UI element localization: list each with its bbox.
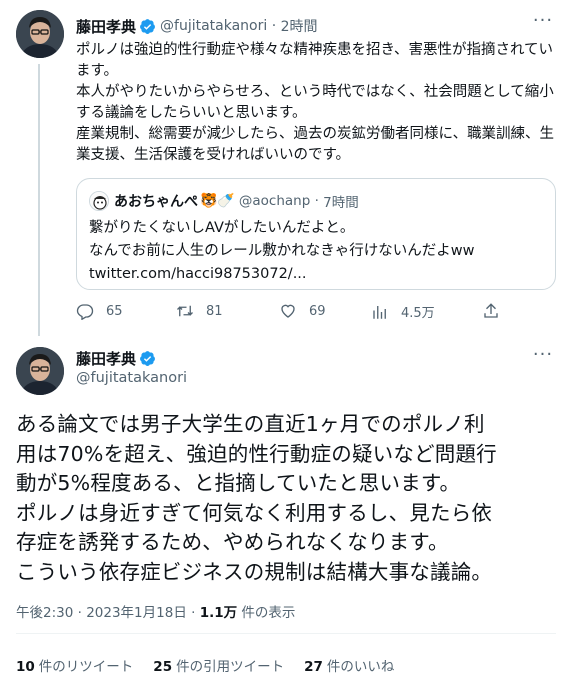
engagement-stats: 10 件のリツイート 25 件の引用ツイート 27 件のいいね (16, 655, 414, 675)
retweet-button[interactable]: 81 (176, 302, 223, 320)
avatar[interactable] (16, 10, 64, 58)
stat-label: 件のいいね (326, 659, 395, 675)
author-handle[interactable]: @fujitatakanori (76, 370, 187, 386)
stat-count: 25 (153, 659, 173, 675)
share-button[interactable] (482, 302, 512, 320)
tweet-line: 用は70%を超え、強迫的性行動症の疑いなど問題行 (16, 441, 497, 466)
stat-label: 件の引用ツイート (176, 659, 285, 675)
like-count: 69 (309, 303, 326, 319)
verified-badge-icon (140, 18, 155, 34)
main-tweet-text: ある論文では男子大学生の直近1ヶ月でのポルノ利 用は70%を超え、強迫的性行動症… (16, 410, 560, 587)
retweet-count: 81 (206, 303, 223, 319)
tweet-paragraph: 産業規制、総需要が減少したら、過去の炭鉱労働者同様に、職業訓練、生業支援、生活保… (76, 126, 555, 163)
tweet-timestamp[interactable]: 午後2:30 · 2023年1月18日 · (16, 605, 200, 621)
views-label: 件の表示 (237, 605, 296, 621)
stat-count: 10 (16, 659, 35, 675)
avatar[interactable] (16, 347, 64, 395)
verified-badge-icon (140, 351, 155, 366)
retweet-icon (177, 305, 193, 317)
likes-stat[interactable]: 27 件のいいね (304, 655, 394, 675)
view-count: 4.5万 (401, 306, 435, 321)
quoted-avatar-face-icon (90, 192, 108, 210)
quoted-author-handle: @aochanp (238, 193, 311, 209)
more-options-icon[interactable]: ··· (532, 346, 554, 368)
separator-dot: · (310, 193, 324, 209)
reply-icon (76, 304, 94, 320)
avatar-portrait-icon (16, 347, 64, 395)
author-name[interactable]: 藤田孝典 (76, 16, 136, 37)
quoted-line: なんでお前に人生のレール敷かれなきゃ行けないんだよww (89, 243, 475, 259)
views-button[interactable]: 4.5万 (371, 302, 435, 321)
tweet-paragraph: 本人がやりたいからやらせろ、という時代ではなく、社会問題として縮小する議論をした… (76, 84, 554, 121)
reply-count: 65 (106, 303, 123, 319)
tweet-actions: 65 81 69 4.5万 (76, 302, 506, 324)
quoted-tweet-header: あおちゃんぺ 🐯🍼 @aochanp · 7時間 (89, 191, 359, 211)
tweet-line: ある論文では男子大学生の直近1ヶ月でのポルノ利 (16, 412, 485, 436)
tweet-paragraph: ポルノは強迫的性行動症や様々な精神疾患を招き、害悪性が指摘されています。 (76, 42, 554, 79)
stat-label: 件のリツイート (38, 659, 134, 675)
quoted-author-name: あおちゃんぺ (114, 194, 198, 210)
share-icon (484, 303, 498, 318)
more-options-icon[interactable]: ··· (532, 12, 554, 34)
heart-icon (281, 304, 295, 318)
author-name[interactable]: 藤田孝典 (76, 348, 136, 369)
stat-count: 27 (304, 659, 323, 675)
main-author-row: 藤田孝典 (76, 348, 160, 369)
like-button[interactable]: 69 (279, 302, 326, 320)
avatar-portrait-icon (16, 10, 64, 58)
quoted-tweet-time: 7時間 (323, 195, 359, 211)
quoted-tweet-text: 繋がりたくないしAVがしたいんだよと。 なんでお前に人生のレール敷かれなきゃ行け… (89, 217, 545, 286)
retweets-stat[interactable]: 10 件のリツイート (16, 655, 133, 675)
tweet-text: ポルノは強迫的性行動症や様々な精神疾患を招き、害悪性が指摘されています。 本人が… (76, 40, 556, 166)
separator-dot: · (267, 18, 281, 34)
author-handle[interactable]: @fujitatakanori (160, 18, 267, 34)
divider (16, 633, 556, 634)
quoted-link[interactable]: twitter.com/hacci98753072/... (89, 263, 545, 286)
reply-button[interactable]: 65 (76, 302, 123, 320)
views-count: 1.1万 (199, 605, 238, 621)
thread-connector-line (38, 64, 40, 336)
tweet-line: 動が5%程度ある、と指摘していたと思います。 (16, 471, 461, 495)
tweet-line: 存症を誘発するため、やめられなくなります。 (16, 530, 449, 554)
tweet-line: ポルノは身近すぎて何気なく利用するし、見たら依 (16, 500, 493, 525)
tweet-parent[interactable]: 藤田孝典 @fujitatakanori · 2時間 ··· ポルノは強迫的性行… (0, 0, 572, 340)
quoted-avatar (89, 191, 109, 211)
tweet-line: こういう依存症ビジネスの規制は結構大事な議論。 (16, 559, 493, 584)
quote-tweets-stat[interactable]: 25 件の引用ツイート (153, 655, 284, 675)
quoted-line: 繋がりたくないしAVがしたいんだよと。 (89, 220, 355, 236)
tweet-time[interactable]: 2時間 (281, 16, 318, 36)
quoted-author-emojis: 🐯🍼 (200, 193, 235, 209)
quoted-tweet-card[interactable]: あおちゃんぺ 🐯🍼 @aochanp · 7時間 繋がりたくないしAVがしたいん… (76, 178, 556, 290)
tweet-header: 藤田孝典 @fujitatakanori · 2時間 (76, 16, 318, 36)
tweet-metadata: 午後2:30 · 2023年1月18日 · 1.1万 件の表示 (16, 601, 295, 621)
analytics-icon (373, 305, 386, 319)
